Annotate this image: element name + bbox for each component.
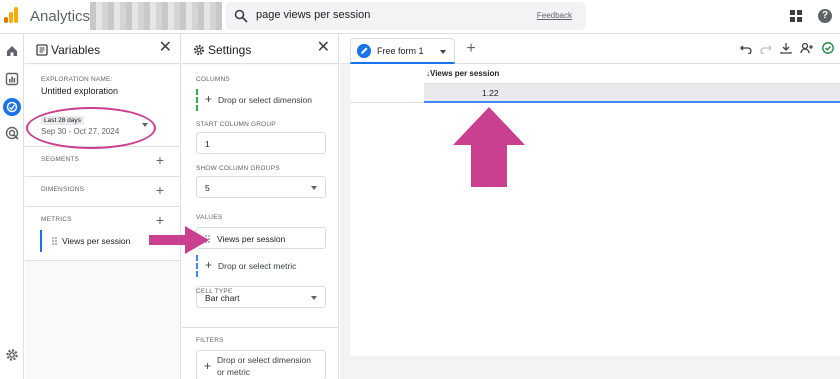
freeform-table: ↓Views per session 1.22 — [350, 64, 840, 356]
exploration-name-label: EXPLORATION NAME: — [41, 76, 113, 83]
tab-label: Free form 1 — [377, 46, 424, 56]
column-header-label: ↓Views per session — [426, 69, 500, 78]
value-item-views-per-session[interactable]: Views per session — [196, 227, 326, 249]
show-column-groups-label: SHOW COLUMN GROUPS — [196, 165, 280, 172]
add-tab-button[interactable]: + — [460, 40, 482, 60]
variables-panel: Variables ✕ EXPLORATION NAME: Untitled e… — [25, 34, 181, 379]
dimensions-label: DIMENSIONS — [41, 186, 85, 193]
undo-icon[interactable] — [740, 42, 752, 54]
add-metric-button[interactable]: + — [156, 213, 164, 227]
date-highlight-ellipse — [26, 107, 156, 149]
settings-title: Settings — [208, 43, 252, 57]
apps-icon[interactable] — [790, 10, 802, 22]
annotation-arrow-up-icon — [453, 107, 525, 187]
cell-value: 1.22 — [482, 88, 499, 98]
top-bar: Analytics page views per session Feedbac… — [0, 0, 840, 34]
app-name: Analytics — [30, 8, 91, 25]
metrics-label: METRICS — [41, 216, 72, 223]
check-icon[interactable] — [822, 42, 834, 54]
canvas-area: Free form 1 + ↓Views per session 1.22 — [340, 34, 840, 379]
variables-title: Variables — [51, 43, 101, 57]
settings-header: Settings ✕ — [182, 34, 338, 64]
close-variables-button[interactable]: ✕ — [159, 40, 172, 56]
download-icon[interactable] — [780, 42, 792, 54]
advertising-icon[interactable] — [5, 126, 19, 140]
add-icon: + — [205, 258, 213, 272]
freeform-pencil-icon — [357, 44, 371, 58]
left-nav — [0, 34, 24, 379]
add-icon: + — [205, 92, 213, 106]
settings-gear-icon — [193, 44, 205, 56]
filters-drop-label-2: or metric — [217, 367, 251, 377]
start-column-group-label: START COLUMN GROUP — [196, 121, 276, 128]
exploration-name-input[interactable]: Untitled exploration — [41, 86, 118, 96]
logo-icon[interactable] — [4, 7, 20, 23]
tab-free-form-1[interactable]: Free form 1 — [350, 38, 455, 64]
start-column-group-value: 1 — [205, 139, 210, 149]
variables-header: Variables ✕ — [25, 34, 180, 64]
segments-section: SEGMENTS + — [25, 147, 180, 177]
reports-icon[interactable] — [5, 72, 19, 86]
settings-panel: Settings ✕ COLUMNS + Drop or select dime… — [182, 34, 339, 379]
close-settings-button[interactable]: ✕ — [317, 40, 330, 56]
metric-item-label: Views per session — [62, 236, 131, 246]
values-drop-label: Drop or select metric — [218, 261, 297, 271]
tab-menu-caret-icon[interactable] — [440, 50, 446, 54]
values-label: VALUES — [196, 214, 223, 221]
chevron-down-icon — [311, 186, 317, 190]
cell-type-label: CELL TYPE — [196, 288, 233, 295]
row-header-cell — [350, 84, 424, 103]
start-column-group-input[interactable]: 1 — [196, 132, 326, 154]
filters-section: FILTERS + Drop or select dimension or me… — [182, 327, 338, 379]
account-selector-blurred[interactable] — [90, 2, 222, 30]
value-item-label: Views per session — [217, 234, 286, 244]
home-icon[interactable] — [5, 44, 19, 58]
redo-icon[interactable] — [760, 42, 772, 54]
values-drop-zone[interactable]: + Drop or select metric — [196, 255, 326, 277]
explore-icon[interactable] — [3, 98, 21, 116]
show-column-groups-select[interactable]: 5 — [196, 176, 326, 198]
columns-label: COLUMNS — [196, 76, 230, 83]
annotation-arrow-right-icon — [149, 226, 209, 254]
help-icon[interactable]: ? — [818, 9, 832, 23]
search-input[interactable]: page views per session — [256, 9, 370, 21]
column-header[interactable]: ↓Views per session — [424, 64, 840, 84]
drag-handle-icon[interactable] — [52, 237, 57, 245]
chevron-down-icon — [311, 296, 317, 300]
admin-gear-icon[interactable] — [5, 348, 19, 362]
show-column-groups-value: 5 — [205, 183, 210, 193]
add-dimension-button[interactable]: + — [156, 183, 164, 197]
dimensions-section: DIMENSIONS + — [25, 177, 180, 207]
add-icon: + — [204, 359, 212, 373]
variables-icon — [36, 44, 48, 56]
search-bar[interactable]: page views per session Feedback — [226, 2, 586, 30]
data-cell[interactable]: 1.22 — [424, 84, 840, 103]
search-icon — [234, 9, 248, 23]
columns-drop-zone[interactable]: + Drop or select dimension — [196, 89, 326, 111]
filters-drop-zone[interactable]: + Drop or select dimension or metric — [196, 350, 326, 379]
tab-bar: Free form 1 + — [340, 34, 840, 64]
share-icon[interactable] — [800, 42, 814, 54]
add-segment-button[interactable]: + — [156, 153, 164, 167]
columns-drop-label: Drop or select dimension — [218, 95, 313, 105]
segments-label: SEGMENTS — [41, 156, 80, 163]
filters-label: FILTERS — [196, 337, 224, 344]
feedback-link[interactable]: Feedback — [537, 11, 572, 20]
filters-drop-label-1: Drop or select dimension — [217, 355, 312, 365]
